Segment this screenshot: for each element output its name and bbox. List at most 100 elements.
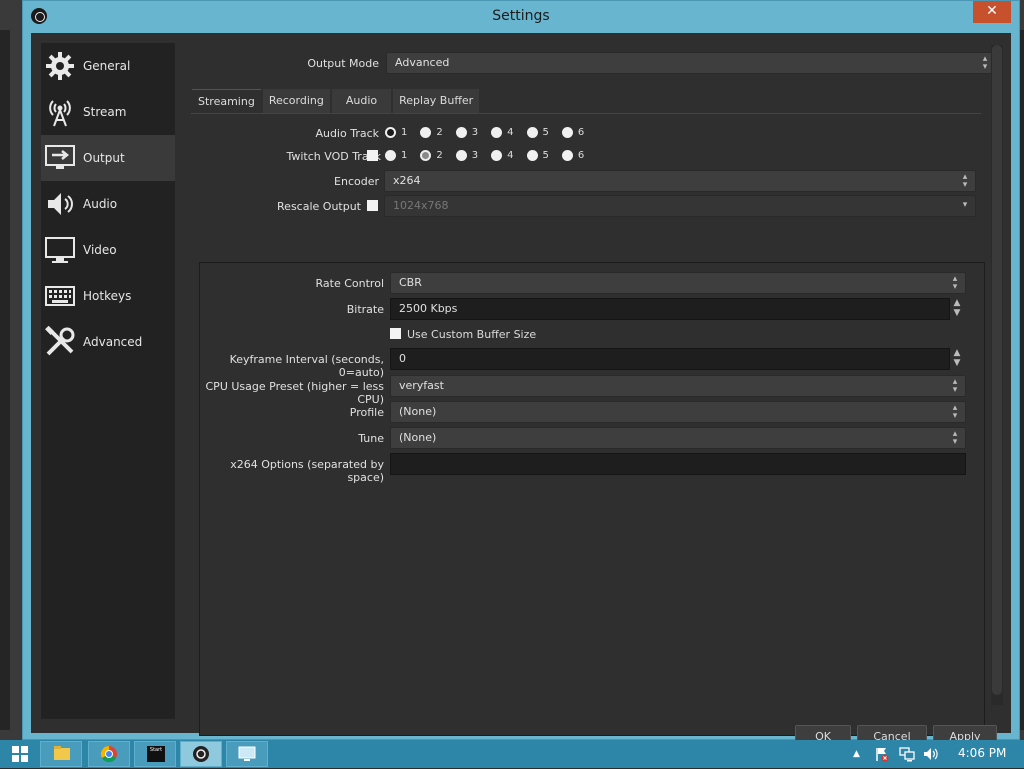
encoder-value: x264: [393, 174, 421, 187]
x264-options-input[interactable]: [390, 453, 966, 475]
network-icon[interactable]: [898, 746, 916, 765]
cpu-preset-select[interactable]: veryfast ▴ ▾: [390, 375, 966, 397]
radio-label: 6: [577, 127, 585, 138]
start-app-taskbar-button[interactable]: Start: [134, 741, 176, 767]
broadcast-tower-icon: [43, 95, 77, 129]
vod-track-radio-2[interactable]: [420, 150, 432, 161]
sidebar-item-general[interactable]: General: [41, 43, 175, 89]
folder-icon: [54, 746, 70, 760]
radio-label: 4: [507, 127, 514, 138]
radio-label: 5: [542, 150, 549, 161]
keyframe-spinner[interactable]: ▲ ▼: [950, 348, 964, 370]
encoder-settings-group: Rate Control CBR ▴ ▾ Bitrate 2500 Kbps ▲ ▼…: [199, 262, 985, 736]
tray-expand-icon[interactable]: ▲: [853, 749, 860, 759]
updown-arrows-icon: ▴ ▾: [952, 377, 958, 395]
sidebar-item-video[interactable]: Video: [41, 227, 175, 273]
sidebar-item-hotkeys[interactable]: Hotkeys: [41, 273, 175, 319]
dialog-client: General Stream Output Audio Video Hotkey…: [31, 33, 1011, 749]
title-bar[interactable]: Settings ✕: [23, 1, 1019, 33]
updown-arrows-icon: ▴ ▾: [952, 403, 958, 421]
streaming-pane: Audio Track 1 2 3 4 5 6 Twitch VOD Track…: [191, 113, 985, 736]
rate-control-select[interactable]: CBR ▴ ▾: [390, 272, 966, 294]
custom-buffer-label: Use Custom Buffer Size: [407, 328, 537, 341]
sidebar-item-output[interactable]: Output: [41, 135, 175, 181]
start-app-icon: Start: [147, 746, 165, 762]
audio-track-radio-6[interactable]: [561, 127, 573, 138]
tune-select[interactable]: (None) ▴ ▾: [390, 427, 966, 449]
output-mode-select[interactable]: Advanced ▴ ▾: [386, 52, 996, 74]
action-center-flag-icon[interactable]: [874, 746, 890, 765]
settings-window: Settings ✕ General Stream Output Audio V…: [22, 0, 1020, 749]
rescale-output-label: Rescale Output: [277, 200, 361, 213]
sidebar-item-label: General: [83, 59, 131, 73]
custom-buffer-checkbox[interactable]: [390, 328, 401, 339]
tune-value: (None): [399, 431, 437, 444]
tab-replay-buffer[interactable]: Replay Buffer: [393, 89, 480, 113]
tab-recording[interactable]: Recording: [262, 89, 330, 113]
rescale-output-checkbox[interactable]: [367, 200, 378, 211]
profile-label: Profile: [349, 406, 384, 419]
updown-arrows-icon: ▴ ▾: [982, 54, 988, 72]
output-mode-label: Output Mode: [307, 57, 379, 70]
rescale-output-value: 1024x768: [393, 199, 449, 212]
settings-scrollbar[interactable]: [991, 45, 1003, 705]
keyframe-input[interactable]: 0: [390, 348, 950, 370]
audio-track-radio-5[interactable]: [526, 127, 538, 138]
encoder-select[interactable]: x264 ▴ ▾: [384, 170, 976, 192]
audio-track-radio-2[interactable]: [420, 127, 432, 138]
taskbar-clock[interactable]: 4:06 PM: [958, 746, 1006, 760]
audio-track-radio-1[interactable]: [385, 127, 396, 138]
radio-label: 3: [471, 150, 479, 161]
vod-track-radio-4[interactable]: [491, 150, 503, 161]
chevron-down-icon: ▾: [962, 200, 968, 210]
radio-label: 1: [401, 127, 408, 138]
vod-track-radio-3[interactable]: [455, 150, 467, 161]
bitrate-spinner[interactable]: ▲ ▼: [950, 298, 964, 320]
obs-taskbar-button[interactable]: [180, 741, 222, 767]
vod-track-radio-6[interactable]: [561, 150, 573, 161]
updown-arrows-icon: ▴ ▾: [962, 172, 968, 190]
windows-start-icon[interactable]: [12, 746, 28, 762]
output-mode-value: Advanced: [395, 56, 450, 69]
chrome-taskbar-button[interactable]: [88, 741, 130, 767]
speaker-icon: [43, 187, 77, 221]
close-button[interactable]: ✕: [973, 1, 1011, 23]
vod-track-radio-5[interactable]: [526, 150, 538, 161]
remote-desktop-taskbar-button[interactable]: [226, 741, 268, 767]
audio-track-radio-3[interactable]: [455, 127, 467, 138]
tab-streaming[interactable]: Streaming: [192, 89, 261, 113]
window-title: Settings: [492, 8, 550, 24]
sidebar-item-stream[interactable]: Stream: [41, 89, 175, 135]
twitch-vod-checkbox[interactable]: [367, 150, 378, 161]
vod-track-radio-1[interactable]: [385, 150, 396, 161]
scrollbar-thumb[interactable]: [992, 45, 1002, 695]
bitrate-label: Bitrate: [346, 303, 384, 316]
tune-label: Tune: [358, 432, 384, 445]
rescale-output-select[interactable]: 1024x768 ▾: [384, 195, 976, 217]
encoder-label: Encoder: [334, 175, 379, 188]
settings-sidebar: General Stream Output Audio Video Hotkey…: [41, 43, 175, 719]
x264-options-label: x264 Options (separated by space): [230, 458, 384, 484]
output-tabs: Streaming Recording Audio Replay Buffer: [192, 89, 481, 113]
cpu-preset-value: veryfast: [399, 379, 444, 392]
background-app-left-edge: [0, 30, 10, 730]
volume-icon[interactable]: [922, 746, 940, 765]
sidebar-item-label: Stream: [83, 105, 127, 119]
radio-label: 2: [436, 127, 443, 138]
twitch-vod-radios: 1 2 3 4 5 6: [385, 150, 597, 161]
bitrate-input[interactable]: 2500 Kbps: [390, 298, 950, 320]
sidebar-item-audio[interactable]: Audio: [41, 181, 175, 227]
updown-arrows-icon: ▴ ▾: [952, 429, 958, 447]
sidebar-item-label: Audio: [83, 197, 118, 211]
updown-arrows-icon: ▴ ▾: [952, 274, 958, 292]
audio-track-radio-4[interactable]: [491, 127, 503, 138]
gear-icon: [43, 49, 77, 83]
file-explorer-taskbar-button[interactable]: [40, 741, 82, 767]
radio-label: 5: [542, 127, 549, 138]
sidebar-item-label: Output: [83, 151, 125, 165]
sidebar-item-advanced[interactable]: Advanced: [41, 319, 175, 365]
tab-audio[interactable]: Audio: [331, 89, 392, 113]
profile-select[interactable]: (None) ▴ ▾: [390, 401, 966, 423]
rate-control-label: Rate Control: [315, 277, 384, 290]
keyframe-label: Keyframe Interval (seconds, 0=auto): [229, 353, 384, 379]
